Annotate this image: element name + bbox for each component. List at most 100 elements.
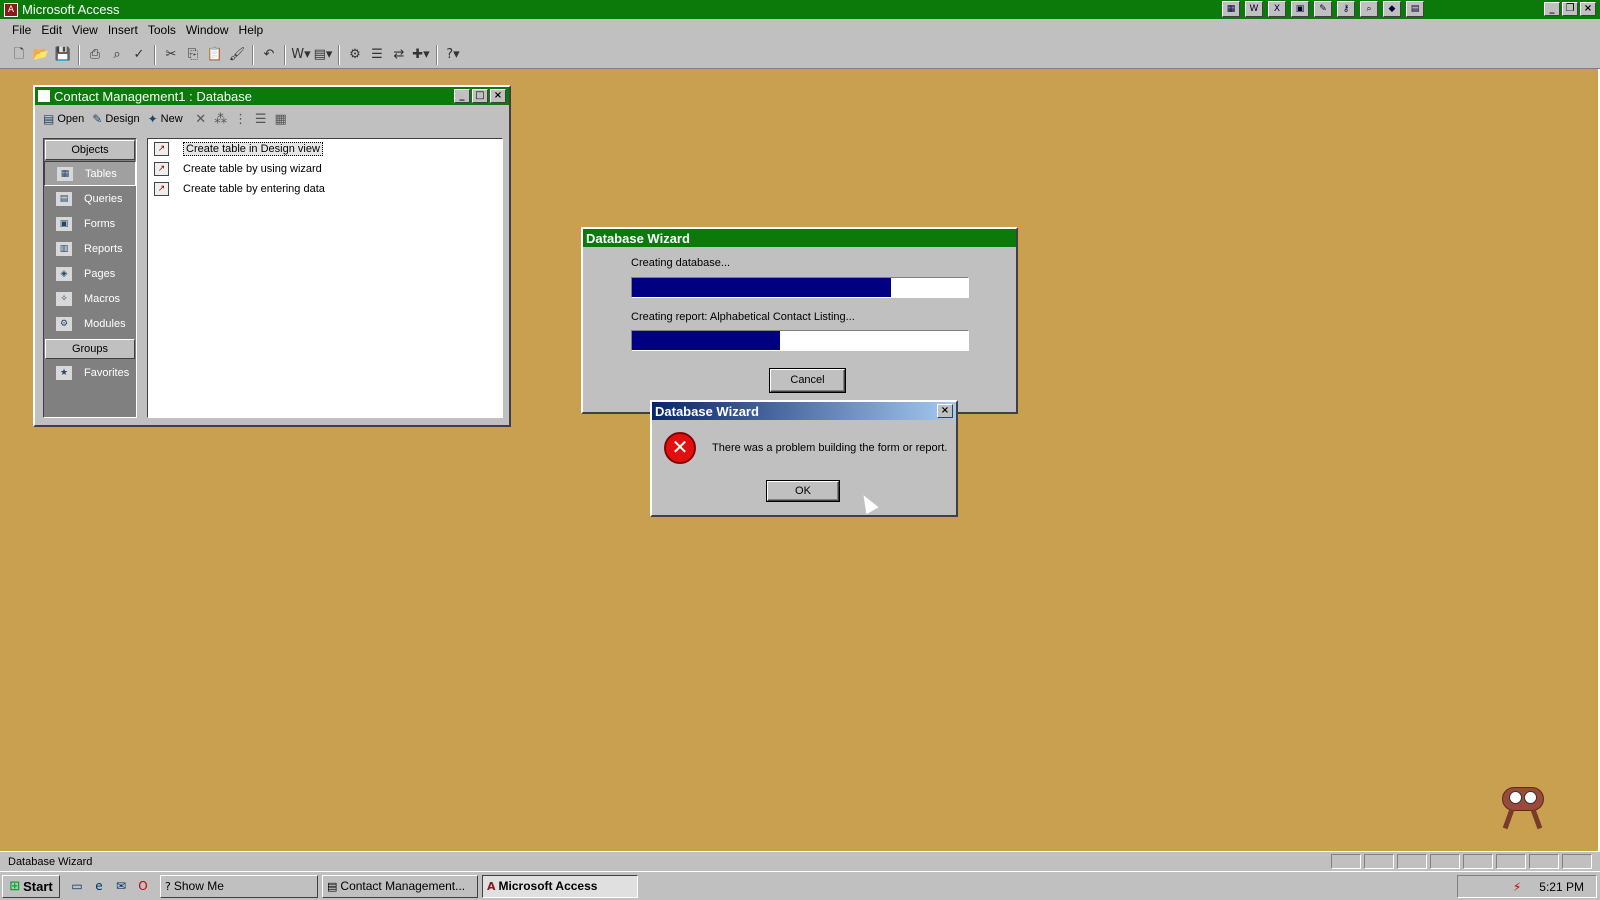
relationships-icon[interactable]: ⇄ xyxy=(388,44,410,66)
preview-icon[interactable]: ⌕ xyxy=(106,44,128,66)
show-desktop-icon[interactable]: ▭ xyxy=(68,877,86,895)
object-modules[interactable]: ⚙ Modules xyxy=(44,311,136,336)
wizard-titlebar[interactable]: Database Wizard xyxy=(583,229,1016,247)
analyze-icon[interactable]: ▤▾ xyxy=(312,44,334,66)
toolbar-separator xyxy=(284,44,286,65)
object-tables[interactable]: ▦ Tables xyxy=(44,161,136,186)
progress-fill xyxy=(632,278,891,297)
toolbar-separator xyxy=(338,44,340,65)
small-icons-icon[interactable]: ⋮ xyxy=(231,112,251,127)
task-contact-management[interactable]: ▤ Contact Management... xyxy=(322,874,478,898)
object-forms[interactable]: ▣ Forms xyxy=(44,211,136,236)
table-icon: ▦ xyxy=(57,166,73,181)
error-close-button[interactable]: × xyxy=(937,404,953,418)
word-icon[interactable]: W xyxy=(1245,1,1263,17)
new-icon[interactable]: 🗋 xyxy=(8,44,30,66)
list-item[interactable]: ↗ Create table by using wizard xyxy=(148,159,502,179)
app-titlebar[interactable]: A Microsoft Access ▦ W X ▣ ✎ ⚷ ⌕ ◆ ▤ _ ❐… xyxy=(0,0,1600,19)
open-button[interactable]: ▤ Open xyxy=(43,112,84,126)
error-dialog-titlebar[interactable]: Database Wizard × xyxy=(652,402,956,420)
database-window-titlebar[interactable]: Contact Management1 : Database _ □ × xyxy=(35,87,509,105)
ok-button[interactable]: OK xyxy=(766,480,840,502)
wizard-title: Database Wizard xyxy=(586,230,690,246)
database-doc-icon xyxy=(38,90,50,102)
menu-file[interactable]: File xyxy=(12,23,31,37)
object-macros[interactable]: ✧ Macros xyxy=(44,286,136,311)
db-minimize-button[interactable]: _ xyxy=(454,89,470,103)
taskbar: ⊞ Start ▭ e ✉ O ? Show Me ▤ Contact Managem… xyxy=(0,871,1600,900)
office-links-icon[interactable]: W▾ xyxy=(290,44,312,66)
calc-icon[interactable]: ▤ xyxy=(1406,1,1424,17)
progress-label-report: Creating report: Alphabetical Contact Li… xyxy=(631,311,855,323)
copy-icon[interactable]: ⎘ xyxy=(182,44,204,66)
opera-icon[interactable]: O xyxy=(134,877,152,895)
undo-icon[interactable]: ↶ xyxy=(258,44,280,66)
objects-header[interactable]: Objects xyxy=(45,140,135,160)
object-label: Forms xyxy=(84,217,116,230)
object-pages[interactable]: ◈ Pages xyxy=(44,261,136,286)
menu-help[interactable]: Help xyxy=(239,23,264,37)
open-label: Open xyxy=(57,113,85,125)
db-close-button[interactable]: × xyxy=(490,89,506,103)
large-icons-icon[interactable]: ⁂ xyxy=(211,112,231,127)
menu-tools[interactable]: Tools xyxy=(148,23,176,37)
minimize-button[interactable]: _ xyxy=(1544,2,1560,16)
shortcut-icon: ↗ xyxy=(154,162,169,176)
save-icon[interactable]: 💾 xyxy=(52,44,74,66)
key-icon[interactable]: ⚷ xyxy=(1337,1,1355,17)
spell-icon[interactable]: ✓ xyxy=(128,44,150,66)
help-icon[interactable]: ?▾ xyxy=(442,44,464,66)
group-favorites[interactable]: ★ Favorites xyxy=(44,360,136,385)
delete-icon[interactable]: ✕ xyxy=(191,112,211,127)
open-object-icon: ▤ xyxy=(43,112,55,126)
office-assistant[interactable] xyxy=(1496,781,1550,835)
find-icon[interactable]: ⌕ xyxy=(1360,1,1378,17)
error-dialog-title: Database Wizard xyxy=(655,403,759,419)
list-item[interactable]: ↗ Create table in Design view xyxy=(148,139,502,159)
list-item-label: Create table by using wizard xyxy=(183,163,322,175)
office-icon[interactable]: ◆ xyxy=(1383,1,1401,17)
list-view-icon[interactable]: ☰ xyxy=(251,112,271,127)
cancel-button[interactable]: Cancel xyxy=(769,368,846,393)
restore-button[interactable]: ❐ xyxy=(1562,2,1578,16)
toolbar-separator xyxy=(436,44,438,65)
close-button[interactable]: × xyxy=(1580,2,1596,16)
properties-icon[interactable]: ☰ xyxy=(366,44,388,66)
clock[interactable]: 5:21 PM xyxy=(1539,880,1584,894)
cut-icon[interactable]: ✂ xyxy=(160,44,182,66)
open-icon[interactable]: 📂 xyxy=(30,44,52,66)
menu-edit[interactable]: Edit xyxy=(41,23,62,37)
db-maximize-button[interactable]: □ xyxy=(472,89,488,103)
details-view-icon[interactable]: ▦ xyxy=(271,112,291,127)
groups-header[interactable]: Groups xyxy=(45,339,135,359)
outlook-icon[interactable]: ✉ xyxy=(112,877,130,895)
assistant-eye xyxy=(1509,791,1522,804)
object-reports[interactable]: ▥ Reports xyxy=(44,236,136,261)
object-queries[interactable]: ▤ Queries xyxy=(44,186,136,211)
task-microsoft-access[interactable]: A Microsoft Access xyxy=(482,874,638,898)
paste-icon[interactable]: 📋 xyxy=(204,44,226,66)
list-item[interactable]: ↗ Create table by entering data xyxy=(148,179,502,199)
menu-window[interactable]: Window xyxy=(186,23,229,37)
ie-icon[interactable]: e xyxy=(90,877,108,895)
system-tray: ⚡ 5:21 PM xyxy=(1457,875,1597,898)
database-toolbar: 🗋 📂 💾 ⎙ ⌕ ✓ ✂ ⎘ 📋 🖌 ↶ W▾ ▤▾ ⚙ ☰ ⇄ ✚▾ ?▾ xyxy=(0,41,1600,69)
new-object-icon[interactable]: ✚▾ xyxy=(410,44,432,66)
calendar-icon[interactable]: ▦ xyxy=(1222,1,1240,17)
query-icon: ▤ xyxy=(56,191,72,206)
excel-icon[interactable]: X xyxy=(1268,1,1286,17)
format-painter-icon[interactable]: 🖌 xyxy=(226,44,248,66)
menu-insert[interactable]: Insert xyxy=(108,23,138,37)
design-button[interactable]: ✎ Design xyxy=(92,112,139,126)
new-button[interactable]: ✦ New xyxy=(148,112,183,126)
favorites-label: Favorites xyxy=(84,366,130,379)
photo-icon[interactable]: ▣ xyxy=(1291,1,1309,17)
task-show-me[interactable]: ? Show Me xyxy=(160,874,318,898)
start-button[interactable]: ⊞ Start xyxy=(2,874,60,898)
code-icon[interactable]: ⚙ xyxy=(344,44,366,66)
print-icon[interactable]: ⎙ xyxy=(84,44,106,66)
menu-view[interactable]: View xyxy=(72,23,98,37)
tools-icon[interactable]: ✎ xyxy=(1314,1,1332,17)
volume-icon[interactable]: ⚡ xyxy=(1513,880,1521,894)
object-label: Pages xyxy=(84,267,116,280)
